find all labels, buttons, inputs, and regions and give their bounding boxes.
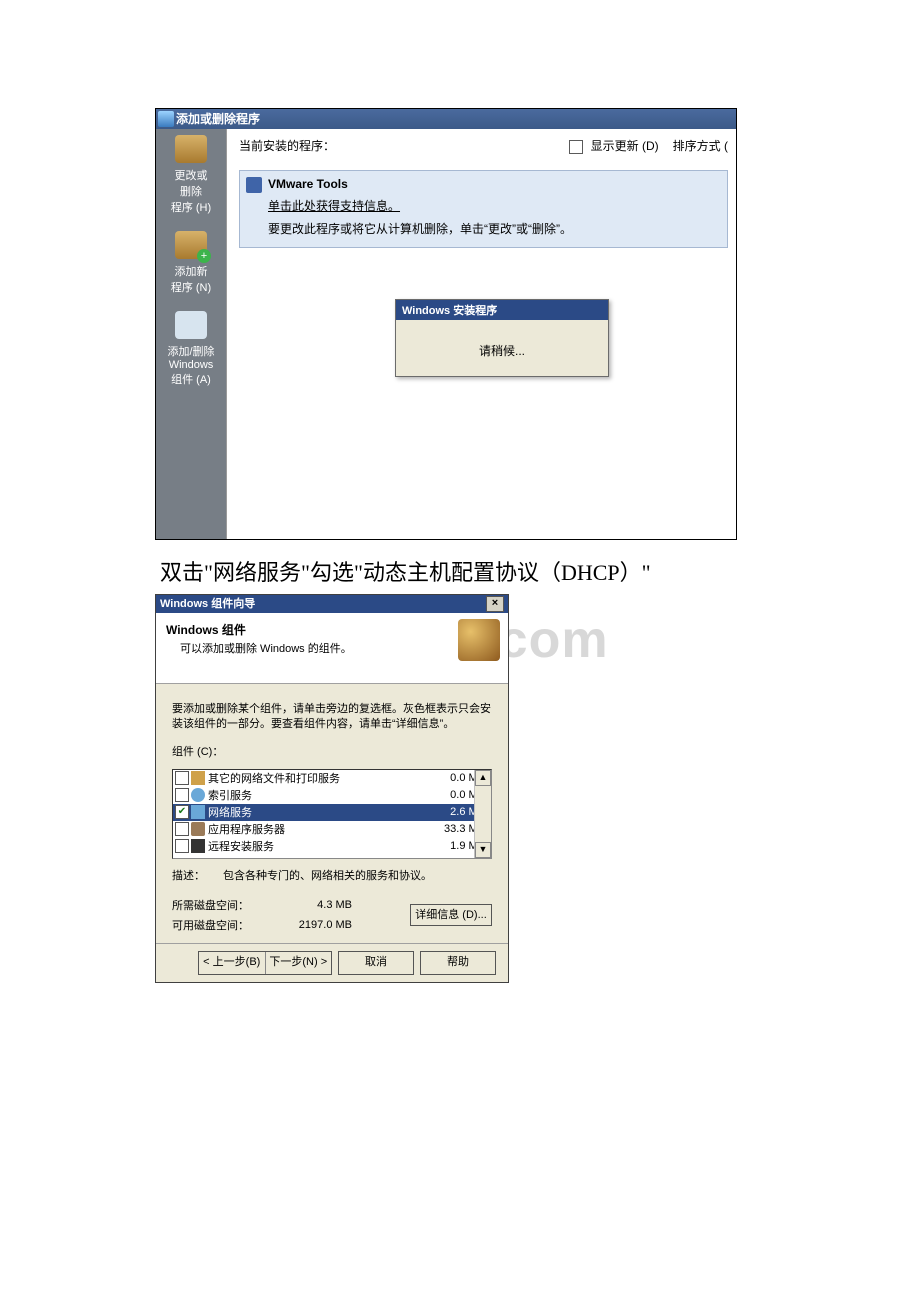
back-button[interactable]: < 上一步(B) xyxy=(199,952,266,974)
description-label: 描述： xyxy=(172,867,205,883)
item-name: 网络服务 xyxy=(208,804,252,820)
windows-components-wizard: Windows 组件向导 × Windows 组件 可以添加或删除 Window… xyxy=(155,594,509,983)
wizard-heading: Windows 组件 xyxy=(166,621,498,638)
item-name: 其它的网络文件和打印服务 xyxy=(208,770,340,786)
sidebar-change-label: 更改或 删除 程序 (H) xyxy=(156,167,226,215)
description-text: 包含各种专门的、网络相关的服务和协议。 xyxy=(223,867,432,883)
scrollbar[interactable]: ▲ ▼ xyxy=(474,770,491,858)
sidebar-change-remove[interactable]: 更改或 删除 程序 (H) xyxy=(156,135,226,215)
instruction-text: 双击"网络服务"勾选"动态主机配置协议（DHCP）" xyxy=(160,555,651,587)
list-item: 索引服务 0.0 MB xyxy=(173,787,491,804)
installer-title: Windows 安装程序 xyxy=(396,300,608,320)
list-item: 远程安装服务 1.9 MB xyxy=(173,838,491,855)
item-name: 应用程序服务器 xyxy=(208,821,285,837)
item-name: 远程安装服务 xyxy=(208,838,274,854)
close-button[interactable]: × xyxy=(486,596,504,612)
program-entry-vmware[interactable]: VMware Tools 单击此处获得支持信息。 要更改此程序或将它从计算机删除… xyxy=(239,170,728,248)
checkbox-icon[interactable]: ✔ xyxy=(175,805,189,819)
checkbox-icon[interactable] xyxy=(175,788,189,802)
network-services-icon xyxy=(191,805,205,819)
details-button[interactable]: 详细信息 (D)... xyxy=(410,904,492,926)
sidebar-add-label: 添加新 程序 (N) xyxy=(156,263,226,295)
wizard-title: Windows 组件向导 xyxy=(160,595,255,613)
sidebar-comp-label: 添加/删除 Windows 组件 (A) xyxy=(156,343,226,387)
back-next-buttons[interactable]: < 上一步(B) 下一步(N) > xyxy=(198,951,332,975)
program-hint: 要更改此程序或将它从计算机删除，单击“更改”或“删除”。 xyxy=(268,220,719,237)
components-icon xyxy=(175,311,207,339)
box-icon xyxy=(175,135,207,163)
arp-title-icon xyxy=(158,111,174,127)
program-name: VMware Tools xyxy=(268,177,719,191)
checkbox-icon[interactable] xyxy=(175,822,189,836)
show-updates-label: 显示更新 (D) xyxy=(591,139,659,153)
wizard-subheading: 可以添加或删除 Windows 的组件。 xyxy=(180,640,498,656)
sort-by-label: 排序方式 ( xyxy=(673,137,728,154)
available-space-value: 2197.0 MB xyxy=(262,919,352,931)
index-service-icon xyxy=(191,788,205,802)
arp-titlebar: 添加或删除程序 xyxy=(156,109,736,129)
support-info-link[interactable]: 单击此处获得支持信息。 xyxy=(268,197,719,214)
scroll-down-icon[interactable]: ▼ xyxy=(475,842,491,858)
installer-message: 请稍候... xyxy=(396,342,608,359)
network-files-icon xyxy=(191,771,205,785)
arp-title-text: 添加或删除程序 xyxy=(176,112,260,126)
list-item: 应用程序服务器 33.3 MB xyxy=(173,821,491,838)
available-space-label: 可用磁盘空间： xyxy=(172,917,262,933)
list-item: 其它的网络文件和打印服务 0.0 MB xyxy=(173,770,491,787)
vmware-icon xyxy=(246,177,262,193)
app-server-icon xyxy=(191,822,205,836)
list-item-network-services[interactable]: ✔ 网络服务 2.6 MB xyxy=(173,804,491,821)
box-add-icon xyxy=(175,231,207,259)
remote-install-icon xyxy=(191,839,205,853)
checkbox-icon[interactable] xyxy=(175,839,189,853)
cd-box-icon xyxy=(458,619,500,661)
checkbox-icon[interactable] xyxy=(175,771,189,785)
cancel-button[interactable]: 取消 xyxy=(338,951,414,975)
component-list-label: 组件 (C)： xyxy=(172,743,492,759)
windows-installer-dialog: Windows 安装程序 请稍候... xyxy=(395,299,609,377)
required-space-label: 所需磁盘空间： xyxy=(172,897,262,913)
item-name: 索引服务 xyxy=(208,787,252,803)
checkbox-icon xyxy=(569,140,583,154)
scroll-up-icon[interactable]: ▲ xyxy=(475,770,491,786)
wizard-note: 要添加或删除某个组件，请单击旁边的复选框。灰色框表示只会安装该组件的一部分。要查… xyxy=(172,702,492,733)
next-button[interactable]: 下一步(N) > xyxy=(266,952,332,974)
current-installed-label: 当前安装的程序： xyxy=(239,137,335,154)
add-remove-programs-window: 添加或删除程序 更改或 删除 程序 (H) 添加新 程序 (N) 添加/删除 W… xyxy=(155,108,737,540)
help-button[interactable]: 帮助 xyxy=(420,951,496,975)
sidebar-windows-components[interactable]: 添加/删除 Windows 组件 (A) xyxy=(156,311,226,387)
sidebar-add-new[interactable]: 添加新 程序 (N) xyxy=(156,231,226,295)
arp-sidebar: 更改或 删除 程序 (H) 添加新 程序 (N) 添加/删除 Windows 组… xyxy=(156,129,226,539)
required-space-value: 4.3 MB xyxy=(262,899,352,911)
component-listbox[interactable]: 其它的网络文件和打印服务 0.0 MB 索引服务 0.0 MB ✔ 网络服务 2… xyxy=(172,769,492,859)
show-updates-checkbox[interactable]: 显示更新 (D) xyxy=(569,137,658,154)
